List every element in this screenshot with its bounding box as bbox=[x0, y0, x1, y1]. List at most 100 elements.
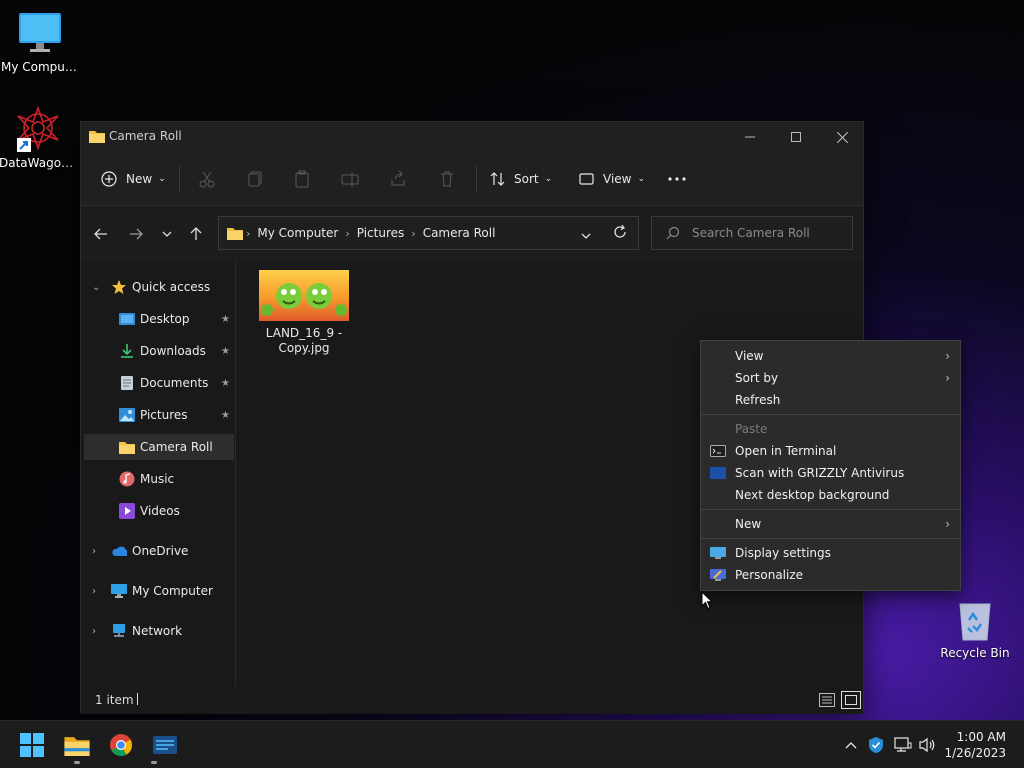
search-box[interactable]: Search Camera Roll bbox=[651, 216, 853, 250]
mouse-cursor-icon bbox=[701, 590, 714, 613]
paste-button[interactable] bbox=[293, 164, 311, 194]
desktop-icon-label: My Computer bbox=[1, 60, 79, 74]
menu-separator bbox=[701, 509, 960, 510]
sidebar-item-downloads[interactable]: Downloads ★ bbox=[84, 338, 234, 364]
trash-icon bbox=[441, 171, 453, 187]
menu-item-label: Scan with GRIZZLY Antivirus bbox=[735, 466, 905, 480]
chevron-right-icon: › bbox=[92, 585, 96, 597]
address-bar[interactable]: › My Computer › Pictures › Camera Roll bbox=[218, 216, 639, 250]
sidebar-item-label: My Computer bbox=[132, 584, 213, 598]
windows-logo-icon bbox=[20, 733, 44, 757]
sidebar-item-music[interactable]: Music bbox=[84, 466, 234, 492]
menu-item-label: Paste bbox=[735, 422, 768, 436]
sidebar-item-desktop[interactable]: Desktop ★ bbox=[84, 306, 234, 332]
sidebar-item-label: Quick access bbox=[132, 280, 211, 294]
new-button[interactable]: New ⌄ bbox=[101, 164, 166, 194]
folder-icon bbox=[227, 226, 243, 240]
sort-arrows-icon bbox=[489, 171, 507, 187]
security-tray-button[interactable] bbox=[867, 733, 885, 757]
video-icon bbox=[119, 503, 135, 519]
sidebar-item-label: OneDrive bbox=[132, 544, 189, 558]
sidebar-item-videos[interactable]: Videos bbox=[84, 498, 234, 524]
network-tray-button[interactable] bbox=[893, 733, 913, 757]
menu-item-sort-by[interactable]: Sort by › bbox=[701, 367, 960, 389]
copy-icon bbox=[248, 171, 262, 187]
menu-item-next-background[interactable]: Next desktop background bbox=[701, 484, 960, 506]
copy-button[interactable] bbox=[246, 164, 264, 194]
volume-tray-button[interactable] bbox=[918, 733, 938, 757]
sidebar-item-quick-access[interactable]: ⌄ Quick access bbox=[84, 274, 234, 300]
refresh-button[interactable] bbox=[613, 224, 627, 242]
back-button[interactable] bbox=[89, 222, 113, 246]
start-button[interactable] bbox=[15, 729, 49, 761]
menu-item-open-in-terminal[interactable]: Open in Terminal bbox=[701, 440, 960, 462]
taskbar-datawagon-app[interactable] bbox=[148, 729, 182, 764]
pin-icon: ★ bbox=[221, 377, 230, 389]
breadcrumb-camera-roll[interactable]: Camera Roll bbox=[423, 226, 496, 240]
sidebar-item-label: Videos bbox=[140, 504, 180, 518]
details-view-button[interactable] bbox=[819, 693, 835, 710]
maximize-button[interactable] bbox=[773, 122, 819, 152]
menu-item-label: Sort by bbox=[735, 371, 779, 385]
desktop-icon-datawagon[interactable]: DataWagon... bbox=[0, 105, 78, 171]
minimize-button[interactable] bbox=[727, 122, 773, 152]
sidebar-item-onedrive[interactable]: › OneDrive bbox=[84, 538, 234, 564]
taskbar-clock[interactable]: 1:00 AM 1/26/2023 bbox=[944, 729, 1006, 761]
navigation-pane: ⌄ Quick access Desktop ★ Downloads ★ Doc… bbox=[81, 262, 236, 686]
desktop-icon-my-computer[interactable]: My Computer bbox=[0, 10, 80, 75]
menu-item-label: Personalize bbox=[735, 568, 804, 582]
clipboard-icon bbox=[295, 170, 309, 188]
view-button[interactable]: View ⌄ bbox=[579, 164, 645, 194]
sidebar-item-documents[interactable]: Documents ★ bbox=[84, 370, 234, 396]
close-button[interactable] bbox=[819, 122, 865, 152]
menu-item-new[interactable]: New › bbox=[701, 513, 960, 535]
desktop-icon-recycle-bin[interactable]: Recycle Bin bbox=[935, 596, 1015, 661]
breadcrumb-pictures[interactable]: Pictures bbox=[357, 226, 405, 240]
menu-item-display-settings[interactable]: Display settings bbox=[701, 542, 960, 564]
close-icon bbox=[836, 131, 848, 143]
search-icon bbox=[666, 226, 680, 240]
command-bar: New ⌄ Sort ⌄ View ⌄ bbox=[81, 152, 863, 206]
more-options-button[interactable] bbox=[667, 164, 687, 194]
taskbar-chrome[interactable] bbox=[104, 729, 138, 761]
menu-separator bbox=[701, 538, 960, 539]
clock-date: 1/26/2023 bbox=[944, 746, 1006, 760]
chevron-down-icon: ⌄ bbox=[92, 281, 101, 293]
breadcrumb-chevron-icon: › bbox=[345, 226, 350, 240]
show-hidden-icons-button[interactable] bbox=[843, 733, 859, 757]
menu-item-scan-grizzly[interactable]: Scan with GRIZZLY Antivirus bbox=[701, 462, 960, 484]
clock-time: 1:00 AM bbox=[956, 730, 1006, 744]
picture-icon bbox=[119, 407, 135, 423]
menu-item-view[interactable]: View › bbox=[701, 345, 960, 367]
sidebar-item-pictures[interactable]: Pictures ★ bbox=[84, 402, 234, 428]
sidebar-item-camera-roll[interactable]: Camera Roll bbox=[84, 434, 234, 460]
sidebar-item-network[interactable]: › Network bbox=[84, 618, 234, 644]
chevron-down-icon: ⌄ bbox=[158, 174, 166, 184]
up-button[interactable] bbox=[184, 222, 208, 246]
terminal-icon bbox=[710, 444, 726, 458]
large-icons-view-button[interactable] bbox=[841, 691, 861, 709]
sidebar-item-label: Downloads bbox=[140, 344, 206, 358]
recent-locations-button[interactable] bbox=[155, 222, 179, 246]
recycle-bin-icon bbox=[951, 596, 999, 644]
menu-item-personalize[interactable]: Personalize bbox=[701, 564, 960, 586]
cut-button[interactable] bbox=[198, 164, 216, 194]
navigation-bar: › My Computer › Pictures › Camera Roll S… bbox=[81, 206, 863, 262]
menu-item-label: View bbox=[735, 349, 764, 363]
sidebar-item-my-computer[interactable]: › My Computer bbox=[84, 578, 234, 604]
share-button[interactable] bbox=[389, 164, 407, 194]
file-item[interactable]: LAND_16_9 - Copy.jpg bbox=[257, 270, 351, 356]
delete-button[interactable] bbox=[438, 164, 456, 194]
chevron-right-icon: › bbox=[945, 349, 950, 363]
forward-button[interactable] bbox=[124, 222, 148, 246]
menu-item-refresh[interactable]: Refresh bbox=[701, 389, 960, 411]
title-bar[interactable]: Camera Roll bbox=[81, 122, 863, 152]
search-placeholder: Search Camera Roll bbox=[692, 226, 810, 240]
breadcrumb-my-computer[interactable]: My Computer bbox=[257, 226, 338, 240]
menu-item-label: Refresh bbox=[735, 393, 781, 407]
sort-button[interactable]: Sort ⌄ bbox=[489, 164, 552, 194]
taskbar-file-explorer[interactable] bbox=[60, 729, 94, 764]
rename-button[interactable] bbox=[341, 164, 359, 194]
breadcrumb-chevron-icon: › bbox=[246, 226, 251, 240]
address-history-button[interactable] bbox=[581, 228, 591, 242]
